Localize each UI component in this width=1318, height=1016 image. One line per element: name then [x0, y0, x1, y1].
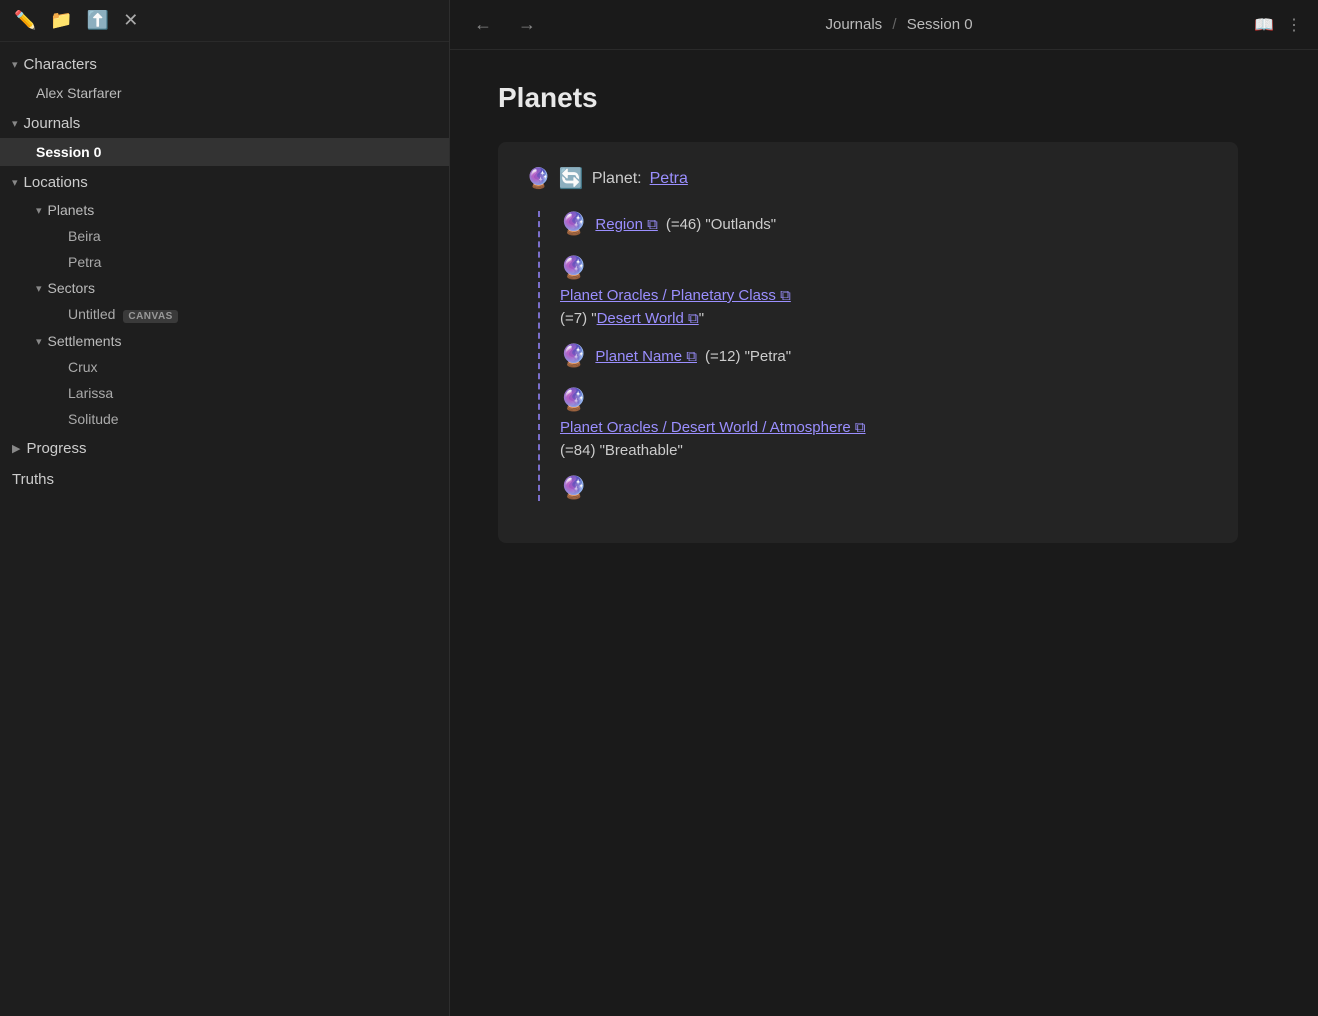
sidebar-item-settlements[interactable]: ▾ Settlements	[12, 328, 449, 354]
breadcrumb-separator: /	[892, 16, 896, 33]
tree-group-characters: ▾ Characters Alex Starfarer	[0, 50, 449, 107]
sidebar-item-characters[interactable]: ▾ Characters	[0, 50, 449, 79]
progress-label: Progress	[26, 440, 86, 457]
oracle-block-atmosphere-links: Planet Oracles / Desert World / Atmosphe…	[560, 419, 1210, 436]
sidebar-item-untitled-canvas[interactable]: Untitled CANVAS	[12, 301, 449, 328]
planetary-class-result-suffix: "	[699, 310, 704, 327]
tree-subgroup-settlements: ▾ Settlements Crux Larissa Solitude	[12, 328, 449, 432]
book-icon-button[interactable]: 📖	[1254, 15, 1274, 35]
oracle-row-region: 🔮 Region ⧉ (=46) "Outlands"	[560, 211, 1210, 237]
sidebar-item-sectors[interactable]: ▾ Sectors	[12, 275, 449, 301]
locations-label: Locations	[24, 174, 88, 191]
header-actions: 📖 ⋮	[1254, 15, 1302, 35]
tree-group-progress: ▶ Progress	[0, 434, 449, 463]
sidebar-item-solitude[interactable]: Solitude	[12, 406, 449, 432]
tree-group-truths: Truths	[0, 465, 449, 494]
planetary-class-result-prefix: (=7) "	[560, 310, 597, 327]
folder-plus-icon[interactable]: 📁	[50, 10, 72, 31]
tree-subgroup-planets: ▾ Planets Beira Petra	[12, 197, 449, 275]
back-button[interactable]: ←	[466, 10, 500, 39]
journals-label: Journals	[24, 115, 81, 132]
atmosphere-link[interactable]: Planet Oracles / Desert World / Atmosphe…	[560, 419, 866, 436]
breadcrumb: Journals / Session 0	[554, 16, 1244, 33]
sidebar-content: ▾ Characters Alex Starfarer ▾ Journals S…	[0, 42, 449, 504]
planet-petra-link[interactable]: Petra	[650, 170, 688, 188]
sidebar-item-larissa[interactable]: Larissa	[12, 380, 449, 406]
chevron-progress-icon: ▶	[12, 442, 20, 455]
settlements-label: Settlements	[48, 333, 122, 349]
chevron-characters-icon: ▾	[12, 58, 18, 71]
tree-group-journals: ▾ Journals Session 0	[0, 109, 449, 166]
planet-name-globe-icon: 🔮	[560, 343, 587, 369]
tree-subgroup-sectors: ▾ Sectors Untitled CANVAS	[12, 275, 449, 328]
sidebar-toolbar: ✏️ 📁 ⬆️ ✕	[0, 0, 449, 42]
planet-globe-icon: 🔮	[526, 166, 551, 191]
forward-button[interactable]: →	[510, 10, 544, 39]
sidebar-item-journals[interactable]: ▾ Journals	[0, 109, 449, 138]
sidebar-item-crux[interactable]: Crux	[12, 354, 449, 380]
content-card: 🔮 🔄 Planet: Petra 🔮 Region ⧉ (=46) "Outl…	[498, 142, 1238, 543]
close-icon[interactable]: ✕	[123, 10, 138, 31]
more-options-button[interactable]: ⋮	[1286, 15, 1302, 35]
main-panel: ← → Journals / Session 0 📖 ⋮ Planets 🔮 🔄…	[450, 0, 1318, 1016]
atmosphere-globe-icon: 🔮	[560, 387, 587, 413]
breadcrumb-session: Session 0	[907, 16, 973, 33]
edit-icon[interactable]: ✏️	[14, 10, 36, 31]
indented-section: 🔮 Region ⧉ (=46) "Outlands" 🔮 Planet Ora…	[538, 211, 1210, 501]
sidebar-item-truths[interactable]: Truths	[0, 465, 449, 494]
region-result: (=46) "Outlands"	[666, 216, 776, 233]
oracle-row-planet-name: 🔮 Planet Name ⧉ (=12) "Petra"	[560, 343, 1210, 369]
sectors-label: Sectors	[48, 280, 95, 296]
tree-group-locations: ▾ Locations ▾ Planets Beira Petra ▾	[0, 168, 449, 432]
sidebar-item-progress[interactable]: ▶ Progress	[0, 434, 449, 463]
breadcrumb-journals[interactable]: Journals	[825, 16, 882, 33]
sidebar-item-planets[interactable]: ▾ Planets	[12, 197, 449, 223]
planetary-class-link[interactable]: Planet Oracles / Planetary Class ⧉	[560, 287, 791, 304]
sidebar-item-session0[interactable]: Session 0	[0, 138, 449, 166]
page-title: Planets	[498, 82, 1270, 114]
sidebar-item-petra[interactable]: Petra	[12, 249, 449, 275]
oracle-block-atmosphere-result: (=84) "Breathable"	[560, 442, 1210, 459]
region-link[interactable]: Region ⧉	[595, 216, 657, 233]
planet-prefix: Planet:	[592, 170, 642, 188]
canvas-badge: CANVAS	[123, 310, 177, 323]
oracle-block-atmosphere-header: 🔮	[560, 387, 1210, 413]
planet-name-result: (=12) "Petra"	[705, 348, 791, 365]
sidebar-item-locations[interactable]: ▾ Locations	[0, 168, 449, 197]
planet-name-link[interactable]: Planet Name ⧉	[595, 348, 697, 365]
chevron-locations-icon: ▾	[12, 176, 18, 189]
main-body: Planets 🔮 🔄 Planet: Petra 🔮 Region ⧉ (=4…	[450, 50, 1318, 1016]
main-header: ← → Journals / Session 0 📖 ⋮	[450, 0, 1318, 50]
oracle-row-final: 🔮	[560, 475, 1210, 501]
oracle-block-planetary-class-links: Planet Oracles / Planetary Class ⧉	[560, 287, 1210, 304]
sort-icon[interactable]: ⬆️	[87, 10, 109, 31]
sidebar-item-alex-starfarer[interactable]: Alex Starfarer	[0, 79, 449, 107]
final-globe-icon: 🔮	[560, 475, 587, 501]
planetary-class-globe-icon: 🔮	[560, 255, 587, 281]
oracle-block-atmosphere: 🔮 Planet Oracles / Desert World / Atmosp…	[560, 387, 1210, 459]
chevron-planets-icon: ▾	[36, 204, 42, 217]
chevron-sectors-icon: ▾	[36, 282, 42, 295]
chevron-journals-icon: ▾	[12, 117, 18, 130]
planets-label: Planets	[48, 202, 95, 218]
sidebar: ✏️ 📁 ⬆️ ✕ ▾ Characters Alex Starfarer ▾ …	[0, 0, 450, 1016]
sidebar-item-beira[interactable]: Beira	[12, 223, 449, 249]
oracle-block-planetary-class-header: 🔮	[560, 255, 1210, 281]
oracle-block-planetary-class-result: (=7) "Desert World ⧉"	[560, 310, 1210, 327]
planet-header: 🔮 🔄 Planet: Petra	[526, 166, 1210, 191]
characters-label: Characters	[24, 56, 97, 73]
truths-label: Truths	[12, 471, 54, 488]
desert-world-link[interactable]: Desert World ⧉	[597, 310, 699, 327]
atmosphere-result: (=84) "Breathable"	[560, 442, 683, 459]
oracle-block-planetary-class: 🔮 Planet Oracles / Planetary Class ⧉ (=7…	[560, 255, 1210, 327]
chevron-settlements-icon: ▾	[36, 335, 42, 348]
region-globe-icon: 🔮	[560, 211, 587, 237]
refresh-icon: 🔄	[559, 166, 584, 191]
